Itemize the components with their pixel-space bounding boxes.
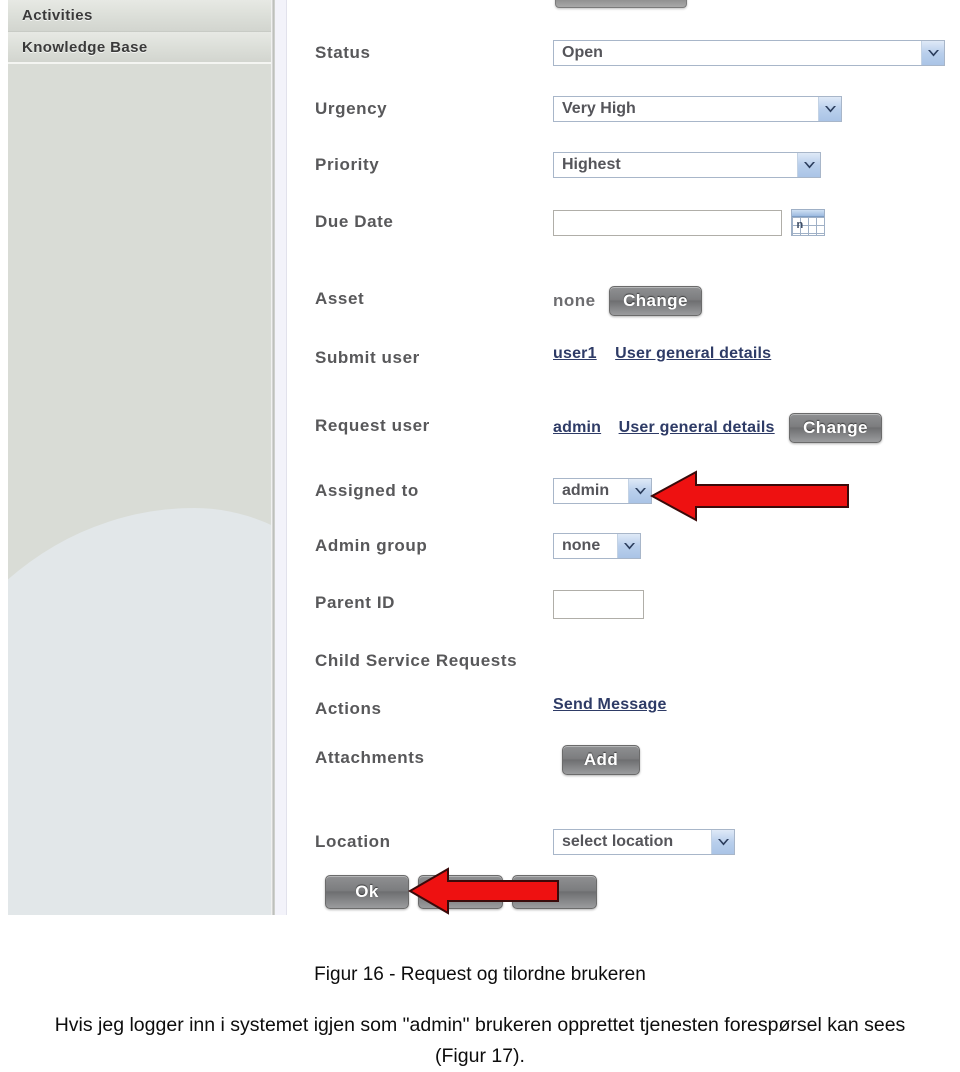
sidebar-item-knowledge-base[interactable]: Knowledge Base (8, 32, 271, 64)
asset-value: none (553, 291, 596, 310)
form-row-attachments: Attachments Add (290, 745, 960, 775)
label-submit-user: Submit user (315, 348, 420, 367)
status-select[interactable]: Open (553, 40, 945, 66)
send-message-link[interactable]: Send Message (553, 696, 667, 713)
form-row-request-user: Request user admin User general details … (290, 413, 960, 443)
ok-button[interactable]: Ok (325, 875, 409, 909)
location-select[interactable]: select location (553, 829, 735, 855)
request-user-change-button[interactable]: Change (789, 413, 882, 443)
chevron-down-icon (921, 41, 944, 65)
form-row-priority: Priority Highest (290, 152, 960, 182)
label-location: Location (315, 832, 391, 851)
label-due-date: Due Date (315, 212, 394, 231)
submit-user-details-link[interactable]: User general details (615, 345, 771, 362)
label-child-service-requests: Child Service Requests (315, 651, 518, 670)
label-attachments: Attachments (315, 748, 425, 767)
arrow-assigned-to (650, 470, 849, 522)
attachments-add-button[interactable]: Add (562, 745, 640, 775)
due-date-input[interactable] (553, 209, 782, 236)
admin-group-select-value: none (562, 537, 601, 554)
priority-select-value: Highest (562, 156, 621, 173)
label-actions: Actions (315, 699, 382, 718)
request-user-details-link[interactable]: User general details (619, 419, 775, 436)
label-assigned-to: Assigned to (315, 481, 419, 500)
scroll-gutter[interactable] (275, 0, 287, 915)
request-user-link[interactable]: admin (553, 419, 601, 436)
label-parent-id: Parent ID (315, 593, 396, 612)
chevron-down-icon (628, 479, 651, 503)
calendar-icon-marker: n (796, 219, 804, 231)
form-row-status: Status Open (290, 40, 960, 70)
body-paragraph: Hvis jeg logger inn i systemet igjen som… (54, 1014, 906, 1067)
assigned-to-select[interactable]: admin (553, 478, 652, 504)
figure-caption: Figur 16 - Request og tilordne brukeren (314, 964, 646, 985)
calendar-icon[interactable]: n (791, 209, 826, 236)
location-select-value: select location (562, 833, 674, 850)
sidebar-item-activities[interactable]: Activities (8, 0, 271, 32)
priority-select[interactable]: Highest (553, 152, 821, 178)
form-row-asset: Asset none Change (290, 286, 960, 316)
service-request-form: Status Open Urgency Very High Priority H… (290, 0, 960, 918)
form-row-urgency: Urgency Very High (290, 96, 960, 126)
label-admin-group: Admin group (315, 536, 428, 555)
sidebar: Activities Knowledge Base (8, 0, 272, 915)
form-row-admin-group: Admin group none (290, 533, 960, 563)
urgency-select-value: Very High (562, 100, 636, 117)
urgency-select[interactable]: Very High (553, 96, 842, 122)
form-row-actions: Actions Send Message (290, 696, 960, 726)
asset-change-button[interactable]: Change (609, 286, 702, 316)
label-urgency: Urgency (315, 99, 388, 118)
label-asset: Asset (315, 289, 365, 308)
status-select-value: Open (562, 44, 603, 61)
sidebar-item-label: Knowledge Base (22, 39, 148, 56)
chevron-down-icon (617, 534, 640, 558)
label-status: Status (315, 43, 371, 62)
parent-id-input[interactable] (553, 590, 644, 619)
arrow-ok-button (408, 867, 559, 915)
sidebar-decoration-base (8, 780, 271, 915)
admin-group-select[interactable]: none (553, 533, 641, 559)
submit-user-link[interactable]: user1 (553, 345, 597, 362)
form-row-child-service-requests: Child Service Requests (290, 648, 960, 678)
chevron-down-icon (711, 830, 734, 854)
caption-area: Figur 16 - Request og tilordne brukeren … (0, 918, 960, 1072)
form-row-location: Location select location (290, 829, 960, 859)
label-request-user: Request user (315, 416, 430, 435)
sidebar-item-label: Activities (22, 7, 93, 24)
form-row-assigned-to: Assigned to admin (290, 478, 960, 508)
assigned-to-select-value: admin (562, 482, 610, 499)
form-footer-buttons: Ok (290, 875, 960, 911)
calendar-icon-header (792, 210, 825, 217)
cut-off-control-above (555, 0, 687, 8)
chevron-down-icon (797, 153, 820, 177)
form-row-parent-id: Parent ID (290, 590, 960, 620)
chevron-down-icon (818, 97, 841, 121)
form-row-due-date: Due Date n (290, 209, 960, 239)
label-priority: Priority (315, 155, 380, 174)
form-row-submit-user: Submit user user1 User general details (290, 345, 960, 375)
embedded-screenshot: Activities Knowledge Base Status Open Ur (0, 0, 960, 918)
